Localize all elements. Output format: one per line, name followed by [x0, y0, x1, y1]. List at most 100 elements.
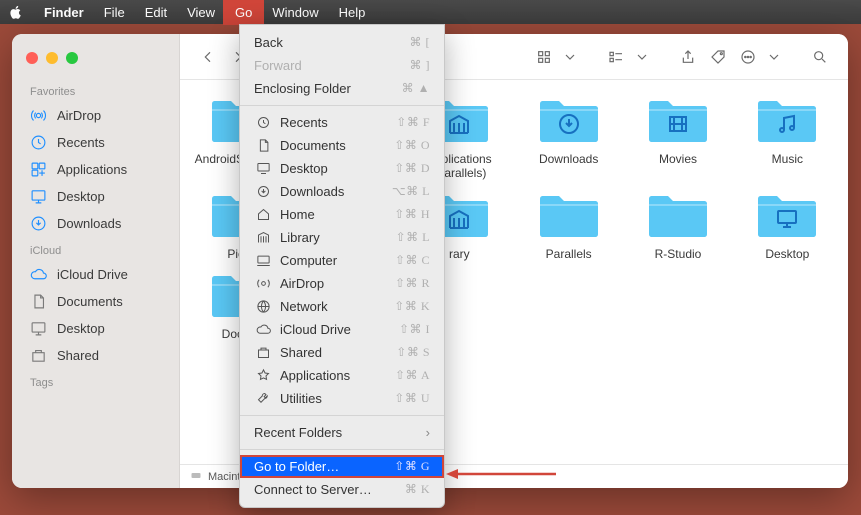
actions-menu-button[interactable]	[760, 43, 788, 71]
view-menu-button[interactable]	[556, 43, 584, 71]
folder-item[interactable]: Desktop	[737, 189, 838, 261]
menu-item-recent-folders[interactable]: Recent Folders ›	[240, 421, 444, 444]
apps-icon	[30, 161, 47, 178]
folder-item[interactable]: Movies	[627, 94, 728, 181]
shortcut-label: ⌘ ▲	[402, 81, 430, 96]
menu-item-label: Go to Folder…	[254, 459, 339, 474]
shortcut-label: ⇧⌘ L	[396, 230, 430, 245]
doc-icon	[30, 293, 47, 310]
menubar-edit[interactable]: Edit	[135, 2, 177, 23]
close-button[interactable]	[26, 52, 38, 64]
sidebar-item-downloads[interactable]: Downloads	[12, 210, 179, 237]
menubar-go[interactable]: Go	[225, 2, 262, 23]
menu-item-airdrop[interactable]: AirDrop⇧⌘ R	[240, 272, 444, 295]
menu-item-library[interactable]: Library ⇧⌘ L	[240, 226, 444, 249]
grid-icon	[536, 49, 552, 65]
menubar: Finder File Edit View Go Window Help	[0, 0, 861, 24]
chevron-right-icon: ›	[426, 425, 430, 440]
zoom-button[interactable]	[66, 52, 78, 64]
group-icon	[608, 49, 624, 65]
menu-item-downloads[interactable]: Downloads⌥⌘ L	[240, 180, 444, 203]
menubar-window[interactable]: Window	[262, 2, 328, 23]
computer-icon	[254, 253, 272, 268]
menubar-app[interactable]: Finder	[34, 2, 94, 23]
menu-item-go-to-folder[interactable]: Go to Folder… ⇧⌘ G	[240, 455, 444, 478]
folder-icon	[536, 189, 602, 241]
search-button[interactable]	[806, 43, 834, 71]
back-button[interactable]	[194, 43, 222, 71]
sidebar-item-airdrop[interactable]: AirDrop	[12, 102, 179, 129]
sidebar-item-icloud-drive[interactable]: iCloud Drive	[12, 261, 179, 288]
sidebar-item-documents[interactable]: Documents	[12, 288, 179, 315]
apps-icon	[254, 368, 272, 383]
menubar-view[interactable]: View	[177, 2, 225, 23]
menu-item-icloud-drive[interactable]: iCloud Drive⇧⌘ I	[240, 318, 444, 341]
desktop-icon	[254, 161, 272, 176]
menu-item-label: Network	[280, 299, 328, 314]
network-icon	[254, 299, 272, 314]
cloud-icon	[254, 322, 272, 337]
window-controls	[12, 42, 179, 78]
sidebar-item-label: Applications	[57, 162, 127, 177]
menu-item-label: Computer	[280, 253, 337, 268]
sidebar-item-label: Downloads	[57, 216, 121, 231]
sidebar-item-recents[interactable]: Recents	[12, 129, 179, 156]
shortcut-label: ⇧⌘ C	[395, 253, 430, 268]
menu-item-connect-to-server[interactable]: Connect to Server… ⌘ K	[240, 478, 444, 501]
shortcut-label: ⇧⌘ D	[394, 161, 430, 176]
minimize-button[interactable]	[46, 52, 58, 64]
sidebar-item-desktop[interactable]: Desktop	[12, 183, 179, 210]
chevron-left-icon	[200, 49, 216, 65]
group-menu-button[interactable]	[628, 43, 656, 71]
folder-label: R-Studio	[655, 247, 702, 261]
actions-button[interactable]	[734, 43, 762, 71]
folder-item[interactable]: Music	[737, 94, 838, 181]
group-button[interactable]	[602, 43, 630, 71]
folder-icon	[645, 189, 711, 241]
share-icon	[680, 49, 696, 65]
menu-item-network[interactable]: Network⇧⌘ K	[240, 295, 444, 318]
folder-icon	[754, 189, 820, 241]
clock-icon	[30, 134, 47, 151]
menu-item-applications[interactable]: Applications⇧⌘ A	[240, 364, 444, 387]
airdrop-icon	[254, 276, 272, 291]
sidebar-item-label: Documents	[57, 294, 123, 309]
menubar-file[interactable]: File	[94, 2, 135, 23]
shortcut-label: ⇧⌘ F	[396, 115, 430, 130]
sidebar-item-shared[interactable]: Shared	[12, 342, 179, 369]
tags-button[interactable]	[704, 43, 732, 71]
folder-item[interactable]: Parallels	[518, 189, 619, 261]
folder-label: Music	[772, 152, 803, 166]
folder-icon	[754, 94, 820, 146]
menu-item-shared[interactable]: Shared⇧⌘ S	[240, 341, 444, 364]
menu-item-desktop[interactable]: Desktop⇧⌘ D	[240, 157, 444, 180]
sidebar-heading-tags: Tags	[12, 373, 179, 393]
menu-separator	[240, 449, 444, 450]
ellipsis-circle-icon	[740, 49, 756, 65]
sidebar-item-icloud-desktop[interactable]: Desktop	[12, 315, 179, 342]
menu-item-utilities[interactable]: Utilities⇧⌘ U	[240, 387, 444, 410]
shortcut-label: ⌘ K	[405, 482, 430, 497]
utilities-icon	[254, 391, 272, 406]
search-icon	[812, 49, 828, 65]
menu-item-computer[interactable]: Computer ⇧⌘ C	[240, 249, 444, 272]
menu-item-documents[interactable]: Documents⇧⌘ O	[240, 134, 444, 157]
menu-item-enclosing-folder[interactable]: Enclosing Folder⌘ ▲	[240, 77, 444, 100]
shortcut-label: ⇧⌘ I	[399, 322, 430, 337]
menu-item-label: Utilities	[280, 391, 322, 406]
menu-item-recents[interactable]: Recents⇧⌘ F	[240, 111, 444, 134]
folder-item[interactable]: Downloads	[518, 94, 619, 181]
tag-icon	[710, 49, 726, 65]
menu-item-home[interactable]: Home⇧⌘ H	[240, 203, 444, 226]
folder-item[interactable]: R-Studio	[627, 189, 728, 261]
folder-label: Movies	[659, 152, 697, 166]
share-button[interactable]	[674, 43, 702, 71]
sidebar-item-applications[interactable]: Applications	[12, 156, 179, 183]
menu-item-back[interactable]: Back⌘ [	[240, 31, 444, 54]
view-icons-button[interactable]	[530, 43, 558, 71]
sidebar-item-label: iCloud Drive	[57, 267, 128, 282]
menubar-help[interactable]: Help	[329, 2, 376, 23]
sidebar-item-label: Desktop	[57, 321, 105, 336]
menu-item-label: Library	[280, 230, 320, 245]
folder-label: Downloads	[539, 152, 598, 166]
